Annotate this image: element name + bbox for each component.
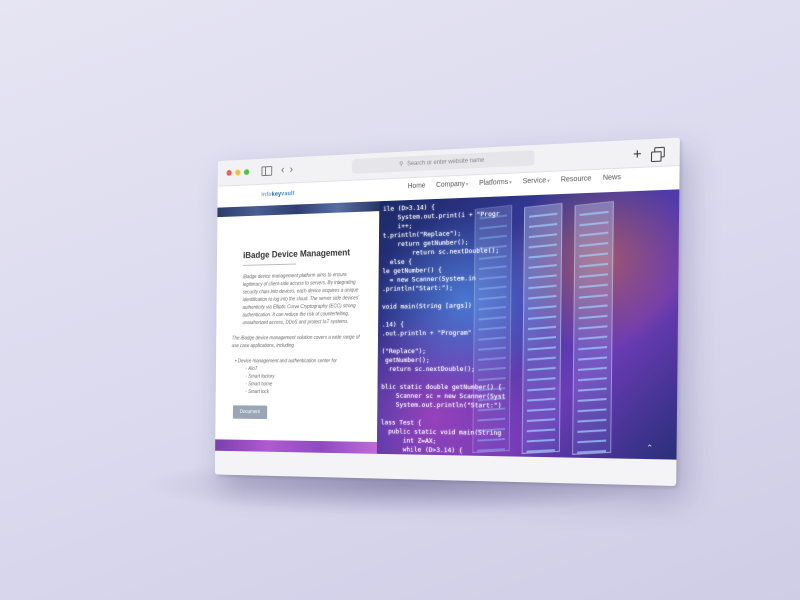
server-rack: [521, 202, 563, 460]
nav-item-service[interactable]: Service▾: [523, 177, 550, 185]
minimize-window-button[interactable]: [235, 169, 241, 176]
chevron-down-icon: ▾: [509, 179, 512, 186]
chevron-down-icon: ▾: [465, 181, 469, 188]
title-underline: [243, 263, 297, 266]
code-line: System.out.println("Start:"): [381, 400, 502, 410]
tab-overview-icon[interactable]: [654, 146, 665, 158]
description-paragraph: iBadge device management platform aims t…: [242, 272, 359, 327]
list-item: Smart lock: [245, 388, 360, 396]
mockup-stage: ‹ › ⚲ Search or enter website name + inf…: [0, 0, 800, 600]
address-bar[interactable]: ⚲ Search or enter website name: [351, 150, 535, 174]
footer-strip: [215, 439, 377, 454]
back-arrow-icon[interactable]: ‹: [281, 164, 284, 176]
nav-item-resource[interactable]: Resource: [561, 175, 592, 184]
toolbar-actions: +: [633, 145, 665, 162]
new-tab-button[interactable]: +: [633, 145, 642, 162]
nav-item-news[interactable]: News: [603, 174, 621, 182]
browser-window: ‹ › ⚲ Search or enter website name + inf…: [214, 137, 680, 487]
search-icon: ⚲: [399, 161, 404, 168]
main-navigation: Home Company▾ Platforms▾ Service▾ Resour…: [408, 174, 621, 190]
address-bar-placeholder: Search or enter website name: [407, 157, 485, 167]
document-button[interactable]: Document: [232, 405, 268, 420]
close-window-button[interactable]: [226, 169, 232, 176]
nav-item-home[interactable]: Home: [408, 182, 426, 190]
nav-item-platforms[interactable]: Platforms▾: [479, 179, 512, 187]
site-logo[interactable]: info key vault: [261, 191, 294, 198]
window-controls: [226, 169, 250, 176]
use-case-intro: The iBadge device management solution co…: [231, 334, 360, 350]
chevron-down-icon: ▾: [547, 178, 550, 185]
logo-part-1: info: [261, 192, 272, 199]
server-rack: [572, 200, 614, 455]
code-overlay: ile (D>3.14) { System.out.print(i + "Pro…: [381, 200, 508, 456]
list-item: Device management and authentication cen…: [235, 357, 361, 396]
zoom-window-button[interactable]: [243, 169, 250, 176]
hero-image: ile (D>3.14) { System.out.print(i + "Pro…: [376, 189, 680, 460]
page-content: iBadge Device Management iBadge device m…: [215, 189, 680, 460]
feature-sublist: AIoT Smart factory Smart home Smart lock: [245, 365, 361, 396]
code-line: ("Replace");: [381, 347, 427, 356]
feature-list: Device management and authentication cen…: [235, 357, 361, 396]
nav-item-company[interactable]: Company▾: [436, 181, 468, 189]
product-card: iBadge Device Management iBadge device m…: [215, 211, 379, 420]
logo-part-3: vault: [281, 191, 295, 198]
forward-arrow-icon[interactable]: ›: [290, 164, 293, 176]
logo-part-2: key: [271, 191, 282, 198]
list-item: AIoT: [246, 365, 361, 373]
page-title: iBadge Device Management: [243, 247, 351, 261]
info-panel: iBadge Device Management iBadge device m…: [215, 201, 380, 454]
code-line: while (D>3.14) {: [380, 445, 463, 455]
sidebar-toggle-icon[interactable]: [261, 166, 273, 177]
code-line: return sc.nextDouble();: [381, 364, 475, 374]
code-line: getNumber();: [381, 356, 430, 365]
back-to-top-icon[interactable]: ⌃: [646, 443, 653, 453]
